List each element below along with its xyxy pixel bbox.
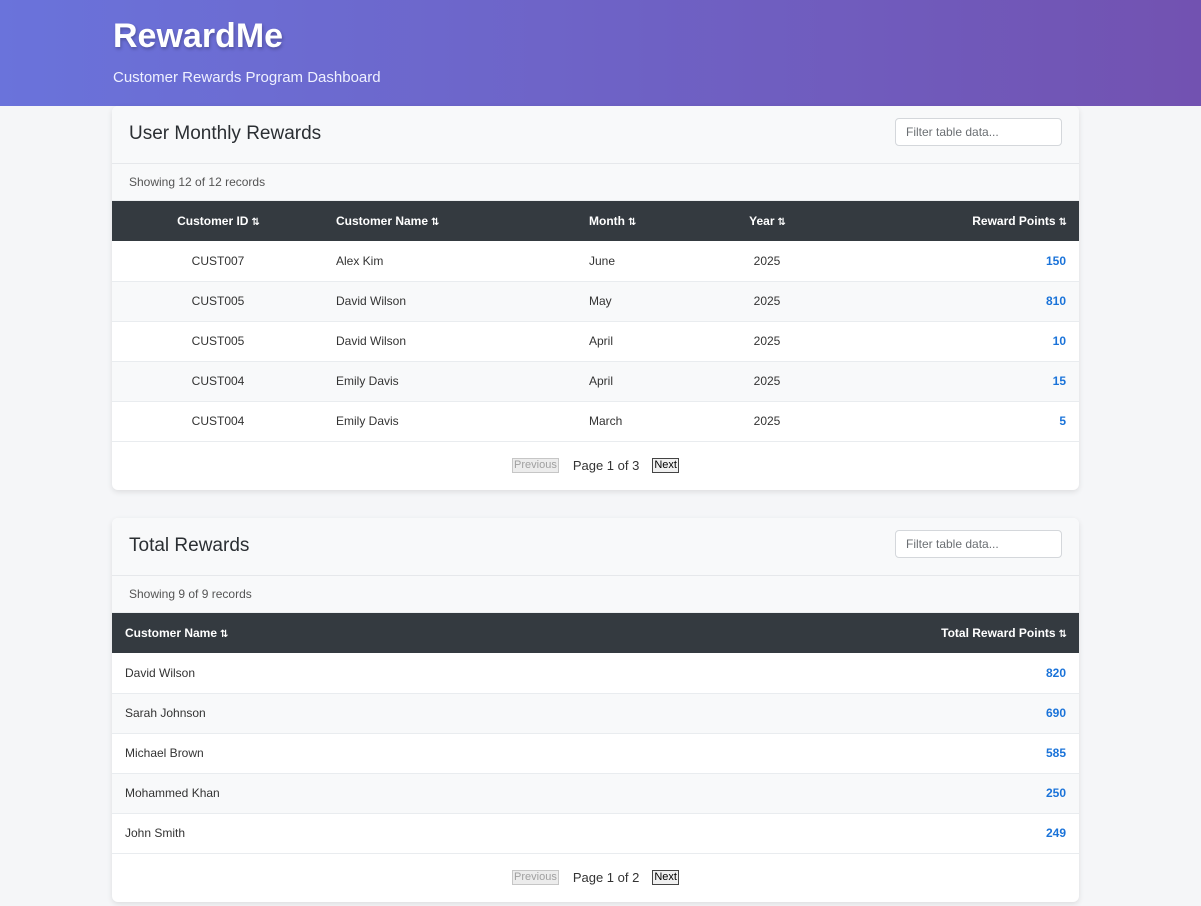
- table-header-row: Customer Name ⇅ Total Reward Points ⇅: [112, 613, 1079, 653]
- cell-reward-points: 10: [1052, 334, 1066, 348]
- cell-reward-points: 15: [1052, 374, 1066, 388]
- cell-customer-id: CUST005: [191, 294, 245, 308]
- cell-month: May: [589, 294, 612, 308]
- total-rewards-header: Total Rewards: [112, 518, 1079, 576]
- table-row: CUST005 David Wilson April 2025 10: [112, 321, 1079, 361]
- cell-month: March: [589, 414, 623, 428]
- monthly-pagination: Previous Page 1 of 3 Next: [112, 442, 1079, 490]
- cell-customer-name: Emily Davis: [336, 374, 399, 388]
- cell-reward-points: 5: [1059, 414, 1066, 428]
- sort-icon: ⇅: [1058, 629, 1067, 640]
- cell-customer-name: David Wilson: [336, 334, 407, 348]
- table-row: CUST004 Emily Davis April 2025 15: [112, 361, 1079, 401]
- cell-customer-id: CUST004: [191, 374, 245, 388]
- cell-year: 2025: [753, 374, 781, 388]
- table-header-row: Customer ID ⇅ Customer Name ⇅ Month ⇅ Year ⇅…: [112, 201, 1079, 241]
- cell-total-points: 249: [1045, 826, 1066, 840]
- table-row: Michael Brown 585: [112, 733, 1079, 773]
- sort-icon: ⇅: [777, 217, 785, 228]
- total-rewards-title: Total Rewards: [129, 535, 250, 556]
- page-info: Page 1 of 2: [572, 870, 640, 885]
- sort-icon: ⇅: [627, 217, 636, 228]
- cell-month: April: [589, 374, 614, 388]
- cell-total-points: 250: [1045, 786, 1066, 800]
- sort-icon: ⇅: [1058, 217, 1067, 228]
- monthly-rewards-card: User Monthly Rewards Showing 12 of 12 re…: [112, 106, 1079, 490]
- cell-year: 2025: [753, 253, 781, 268]
- total-rewards-table: Customer Name ⇅ Total Reward Points ⇅ Davi…: [112, 613, 1079, 854]
- cell-reward-points: 810: [1045, 294, 1066, 308]
- cell-reward-points: 150: [1045, 253, 1066, 268]
- table-row: David Wilson 820: [112, 653, 1079, 693]
- cell-customer-name: Emily Davis: [336, 414, 399, 428]
- previous-button[interactable]: Previous: [512, 870, 559, 885]
- cell-customer-name: Alex Kim: [336, 253, 384, 268]
- totals-record-count: Showing 9 of 9 records: [112, 576, 1079, 613]
- cell-month: June: [589, 253, 616, 268]
- cell-year: 2025: [753, 294, 781, 308]
- cell-total-points: 690: [1045, 706, 1066, 720]
- cell-year: 2025: [753, 414, 781, 428]
- cell-total-points: 820: [1045, 665, 1066, 680]
- col-total-reward-points[interactable]: Total Reward Points ⇅: [557, 613, 1079, 653]
- col-customer-name[interactable]: Customer Name ⇅: [112, 613, 557, 653]
- col-customer-name[interactable]: Customer Name ⇅: [324, 201, 577, 241]
- monthly-filter-input[interactable]: [895, 118, 1062, 146]
- sort-icon: ⇅: [431, 217, 439, 228]
- brand-subtitle: Customer Rewards Program Dashboard: [113, 69, 381, 86]
- monthly-rewards-header: User Monthly Rewards: [112, 106, 1079, 164]
- col-month[interactable]: Month ⇅: [577, 201, 727, 241]
- total-rewards-card: Total Rewards Showing 9 of 9 records Cus…: [112, 518, 1079, 902]
- cell-customer-id: CUST007: [191, 253, 245, 268]
- table-row: CUST007 Alex Kim June 2025 150: [112, 241, 1079, 281]
- next-button[interactable]: Next: [652, 870, 679, 885]
- col-year[interactable]: Year ⇅: [727, 201, 807, 241]
- table-row: CUST004 Emily Davis March 2025 5: [112, 401, 1079, 441]
- app-header: RewardMe Customer Rewards Program Dashbo…: [0, 0, 1201, 106]
- monthly-record-count: Showing 12 of 12 records: [112, 164, 1079, 201]
- table-row: Sarah Johnson 690: [112, 693, 1079, 733]
- col-customer-id[interactable]: Customer ID ⇅: [112, 201, 324, 241]
- table-row: Mohammed Khan 250: [112, 773, 1079, 813]
- brand-title: RewardMe: [113, 17, 284, 55]
- cell-customer-id: CUST004: [191, 414, 245, 428]
- monthly-rewards-table: Customer ID ⇅ Customer Name ⇅ Month ⇅ Year ⇅…: [112, 201, 1079, 442]
- sort-icon: ⇅: [251, 217, 259, 228]
- cell-customer-name: John Smith: [125, 826, 186, 840]
- cell-customer-name: Michael Brown: [125, 746, 204, 760]
- col-reward-points[interactable]: Reward Points ⇅: [807, 201, 1079, 241]
- table-row: John Smith 249: [112, 813, 1079, 853]
- next-button[interactable]: Next: [652, 458, 679, 473]
- cell-customer-name: Sarah Johnson: [125, 706, 206, 720]
- cell-customer-name: David Wilson: [336, 294, 407, 308]
- cell-year: 2025: [753, 334, 781, 348]
- totals-filter-input[interactable]: [895, 530, 1062, 558]
- cell-total-points: 585: [1045, 746, 1066, 760]
- cell-customer-id: CUST005: [191, 334, 245, 348]
- totals-pagination: Previous Page 1 of 2 Next: [112, 854, 1079, 902]
- sort-icon: ⇅: [220, 629, 228, 640]
- cell-customer-name: Mohammed Khan: [125, 786, 220, 800]
- table-row: CUST005 David Wilson May 2025 810: [112, 281, 1079, 321]
- cell-month: April: [589, 334, 614, 348]
- page-info: Page 1 of 3: [572, 458, 640, 473]
- cell-customer-name: David Wilson: [125, 665, 196, 680]
- previous-button[interactable]: Previous: [512, 458, 559, 473]
- monthly-rewards-title: User Monthly Rewards: [129, 123, 322, 144]
